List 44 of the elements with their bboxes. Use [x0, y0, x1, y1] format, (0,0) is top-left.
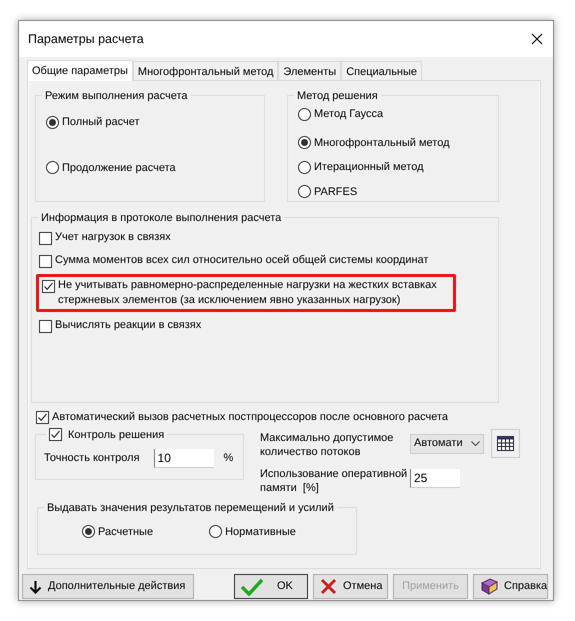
- radio-option[interactable]: Полный расчет: [46, 114, 256, 130]
- checkbox-option[interactable]: Автоматический вызов расчетных постпроцессоров после основного расчета: [36, 409, 535, 426]
- more-actions-button[interactable]: Дополнительные действия: [22, 574, 194, 599]
- radio-option[interactable]: Итерационный метод: [298, 159, 490, 176]
- checkmark-icon: [37, 412, 48, 423]
- field-label: Использование оперативной памяти [%]: [260, 466, 408, 494]
- checkbox-option[interactable]: Сумма моментов всех сил относительно осей общей системы координат: [36, 251, 492, 270]
- checkbox-option[interactable]: Не учитывать равномерно-распределенные нагрузки на жестких вставках стержневых элементов (за исключением явно указанных нагрузок): [36, 274, 456, 312]
- accuracy-field[interactable]: 10: [154, 448, 214, 468]
- checkmark-icon: [43, 281, 54, 292]
- unit-label: %: [224, 450, 234, 466]
- tab[interactable]: Элементы: [278, 61, 342, 80]
- checkbox-option[interactable]: Учет нагрузок в связях: [36, 228, 492, 247]
- tab[interactable]: Многофронтальный метод: [132, 61, 278, 80]
- ok-button[interactable]: OK: [234, 574, 308, 599]
- checkbox-option[interactable]: Контроль решения: [46, 426, 168, 443]
- group-title: Выдавать значения результатов перемещений и усилий: [44, 500, 337, 516]
- group-title: Режим выполнения расчета: [42, 88, 191, 104]
- radio-option[interactable]: PARFES: [298, 184, 490, 200]
- checkmark-icon: [241, 578, 263, 596]
- group-title: Метод решения: [294, 88, 381, 104]
- table-button[interactable]: [491, 428, 520, 458]
- arrow-icon: [29, 580, 42, 594]
- cancel-button[interactable]: Отмена: [313, 574, 388, 599]
- checkbox-option[interactable]: Вычислять реакции в связях: [36, 316, 492, 335]
- help-button[interactable]: Справка: [473, 574, 548, 599]
- threads-dropdown[interactable]: Автомати: [410, 434, 484, 454]
- checkmark-icon: [50, 429, 61, 440]
- memory-field[interactable]: 25: [410, 468, 460, 488]
- cross-icon: [320, 578, 337, 595]
- radio-option[interactable]: Расчетные: [82, 524, 154, 540]
- field-label: Максимально допустимое количество потоков: [260, 430, 394, 458]
- radio-option[interactable]: Метод Гаусса: [298, 106, 490, 122]
- tab[interactable]: Общие параметры: [27, 60, 133, 81]
- table-icon: [497, 436, 514, 450]
- window-title: Параметры расчета: [28, 30, 144, 48]
- close-icon[interactable]: [531, 33, 543, 45]
- radio-option[interactable]: Нормативные: [209, 524, 296, 540]
- field-label: Точность контроля: [44, 450, 140, 466]
- radio-option[interactable]: Продолжение расчета: [46, 160, 256, 176]
- tab[interactable]: Специальные: [341, 61, 422, 80]
- radio-option[interactable]: Многофронтальный метод: [298, 134, 490, 151]
- caret-icon: [471, 441, 480, 446]
- group-title: Информация в протоколе выполнения расчета: [38, 210, 284, 226]
